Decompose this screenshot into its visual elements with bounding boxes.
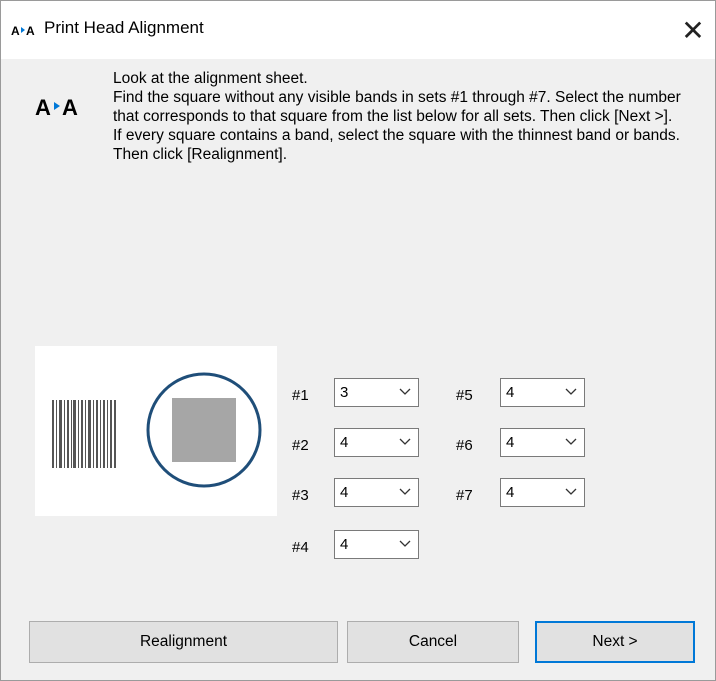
chevron-down-icon [565, 438, 577, 445]
chevron-down-icon [399, 438, 411, 445]
set-4-label: #4 [292, 539, 309, 556]
svg-text:A: A [62, 95, 78, 119]
sample-square [172, 398, 236, 462]
chevron-down-icon [565, 388, 577, 395]
window-title: Print Head Alignment [44, 18, 204, 37]
chevron-down-icon [399, 540, 411, 547]
set-3-label: #3 [292, 487, 309, 504]
instruction-line: Find the square without any visible band… [113, 89, 681, 125]
print-head-alignment-icon: A A [11, 22, 39, 38]
instruction-line: Look at the alignment sheet. [113, 70, 308, 87]
set-4-select[interactable]: 4 [334, 530, 419, 559]
set-2-label: #2 [292, 437, 309, 454]
instruction-line: If every square contains a band, select … [113, 127, 680, 163]
close-icon: ✕ [681, 14, 705, 46]
instructions: Look at the alignment sheet. Find the sq… [113, 69, 683, 164]
set-3-select[interactable]: 4 [334, 478, 419, 507]
set-5-select[interactable]: 4 [500, 378, 585, 407]
close-button[interactable]: ✕ [671, 7, 715, 53]
title-bar: A A Print Head Alignment ✕ [1, 1, 715, 59]
next-button[interactable]: Next > [535, 621, 695, 663]
set-7-label: #7 [456, 487, 473, 504]
band-pattern [52, 400, 116, 468]
alignment-pattern-sample [35, 346, 277, 516]
set-2-select[interactable]: 4 [334, 428, 419, 457]
set-1-select[interactable]: 3 [334, 378, 419, 407]
cancel-button[interactable]: Cancel [347, 621, 519, 663]
chevron-down-icon [565, 488, 577, 495]
set-3-value: 4 [340, 484, 349, 501]
set-1-value: 3 [340, 384, 349, 401]
chevron-down-icon [399, 488, 411, 495]
set-6-label: #6 [456, 437, 473, 454]
set-4-value: 4 [340, 536, 349, 553]
svg-text:A: A [26, 24, 35, 38]
set-6-select[interactable]: 4 [500, 428, 585, 457]
set-5-label: #5 [456, 387, 473, 404]
print-head-alignment-dialog: A A Print Head Alignment ✕ A A Look at t… [0, 0, 716, 681]
set-5-value: 4 [506, 384, 515, 401]
realignment-button[interactable]: Realignment [29, 621, 338, 663]
chevron-down-icon [399, 388, 411, 395]
set-1-label: #1 [292, 387, 309, 404]
svg-text:A: A [35, 95, 51, 119]
alignment-icon: A A [35, 93, 97, 120]
svg-text:A: A [11, 24, 20, 38]
set-6-value: 4 [506, 434, 515, 451]
set-7-value: 4 [506, 484, 515, 501]
set-2-value: 4 [340, 434, 349, 451]
set-7-select[interactable]: 4 [500, 478, 585, 507]
